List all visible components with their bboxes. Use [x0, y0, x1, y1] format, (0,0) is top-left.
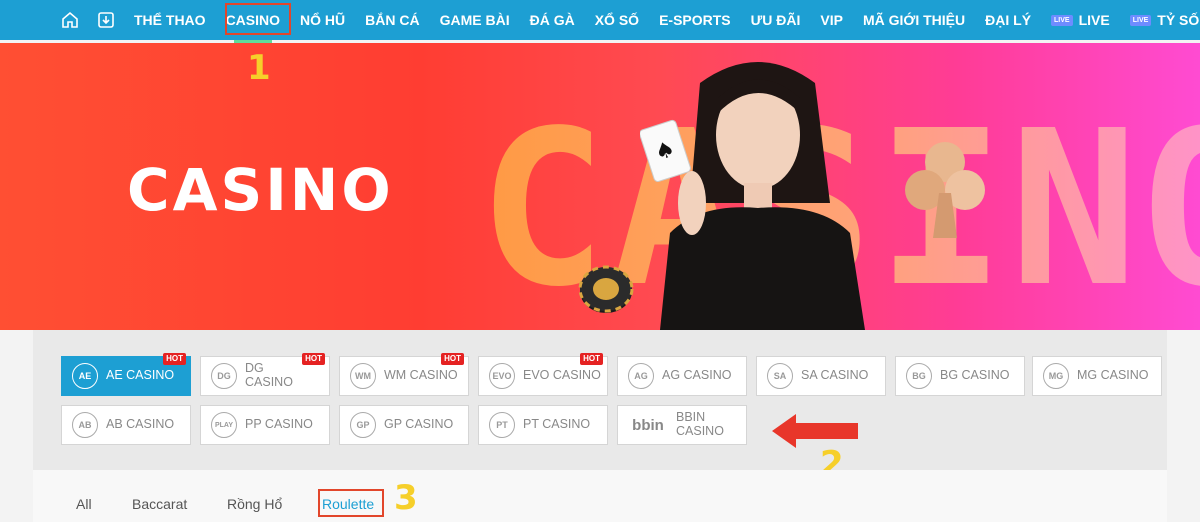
club-suit-icon	[905, 142, 985, 238]
provider-mg-casino[interactable]: MG MG CASINO	[1032, 356, 1162, 396]
nav-item-the-thao[interactable]: THỂ THAO	[124, 0, 216, 40]
top-nav: THỂ THAO CASINO NỔ HŨ BẮN CÁ GAME BÀI ĐÁ…	[0, 0, 1200, 43]
casino-banner: CASINO CASINO ♠	[0, 43, 1200, 330]
provider-label: WM CASINO	[384, 368, 458, 383]
mg-logo-icon: MG	[1043, 363, 1069, 389]
sa-logo-icon: SA	[767, 363, 793, 389]
ae-logo-icon: AE	[72, 363, 98, 389]
live-badge: LIVE	[1051, 14, 1073, 26]
nav-item-da-ga[interactable]: ĐÁ GÀ	[520, 0, 585, 40]
live-badge: LIVE	[1129, 14, 1152, 26]
filter-roulette[interactable]: Roulette	[322, 496, 374, 512]
wm-logo-icon: WM	[350, 363, 376, 389]
provider-label: AB CASINO	[106, 417, 175, 432]
provider-label: PP CASINO	[245, 417, 313, 432]
nav-item-ty-so[interactable]: LIVE TỶ SỐ	[1120, 0, 1200, 40]
ab-logo-icon: AB	[72, 412, 98, 438]
nav-item-casino[interactable]: CASINO	[216, 0, 290, 43]
pt-logo-icon: PT	[489, 412, 515, 438]
evo-logo-icon: EVO	[489, 363, 515, 389]
provider-label: BBIN CASINO	[676, 410, 724, 438]
provider-ag-casino[interactable]: AG AG CASINO	[617, 356, 747, 396]
provider-pt-casino[interactable]: PT PT CASINO	[478, 405, 608, 445]
nav-bar: THỂ THAO CASINO NỔ HŨ BẮN CÁ GAME BÀI ĐÁ…	[52, 0, 1200, 43]
provider-wm-casino[interactable]: WM WM CASINO HOT	[339, 353, 469, 396]
provider-label: PT CASINO	[523, 417, 591, 432]
provider-label: GP CASINO	[384, 417, 454, 432]
nav-item-game-bai[interactable]: GAME BÀI	[430, 0, 520, 40]
provider-evo-casino[interactable]: EVO EVO CASINO HOT	[478, 353, 608, 396]
provider-sa-casino[interactable]: SA SA CASINO	[756, 356, 886, 396]
red-arrow-icon	[772, 414, 858, 448]
casino-chip-icon	[578, 265, 634, 313]
step-1-label: 1	[247, 48, 271, 88]
bg-logo-icon: BG	[906, 363, 932, 389]
nav-item-live[interactable]: LIVE LIVE	[1041, 0, 1120, 40]
nav-item-dai-ly[interactable]: ĐẠI LÝ	[975, 0, 1041, 40]
hot-badge: HOT	[580, 353, 603, 365]
provider-bbin-casino[interactable]: bbin BBIN CASINO	[617, 405, 747, 445]
nav-item-ty-so-label: TỶ SỐ	[1157, 12, 1200, 28]
filter-baccarat[interactable]: Baccarat	[132, 496, 187, 512]
provider-ae-casino[interactable]: AE AE CASINO HOT	[61, 353, 191, 396]
provider-gp-casino[interactable]: GP GP CASINO	[339, 405, 469, 445]
provider-label: AG CASINO	[662, 368, 732, 383]
nav-item-ma-gioi-thieu[interactable]: MÃ GIỚI THIỆU	[853, 0, 975, 40]
home-icon[interactable]	[52, 0, 88, 40]
provider-dg-casino[interactable]: DG DG CASINO HOT	[200, 353, 330, 396]
filter-all[interactable]: All	[76, 496, 92, 512]
step-3-label: 3	[394, 478, 418, 518]
provider-ab-casino[interactable]: AB AB CASINO	[61, 405, 191, 445]
provider-label: MG CASINO	[1077, 368, 1149, 383]
banner-title: CASINO	[127, 156, 394, 224]
download-icon[interactable]	[88, 0, 124, 40]
dg-logo-icon: DG	[211, 363, 237, 389]
provider-label: DG CASINO	[245, 361, 293, 389]
nav-item-esports[interactable]: E-SPORTS	[649, 0, 741, 40]
nav-item-xo-so[interactable]: XỔ SỐ	[585, 0, 649, 40]
game-filter-bar: All Baccarat Rồng Hổ Roulette	[33, 470, 1167, 522]
dealer-woman-image: ♠	[640, 62, 865, 330]
hot-badge: HOT	[163, 353, 186, 365]
provider-bg-casino[interactable]: BG BG CASINO	[895, 356, 1025, 396]
ag-logo-icon: AG	[628, 363, 654, 389]
nav-item-vip[interactable]: VIP	[810, 0, 853, 40]
nav-item-uu-dai[interactable]: ƯU ĐÃI	[741, 0, 811, 40]
pp-logo-icon: PLAY	[211, 412, 237, 438]
provider-panel	[33, 330, 1167, 470]
provider-label: SA CASINO	[801, 368, 869, 383]
bbin-logo-icon: bbin	[632, 416, 664, 434]
provider-label: EVO CASINO	[523, 368, 601, 383]
nav-item-live-label: LIVE	[1078, 12, 1110, 28]
hot-badge: HOT	[302, 353, 325, 365]
nav-item-no-hu[interactable]: NỔ HŨ	[290, 0, 355, 40]
gp-logo-icon: GP	[350, 412, 376, 438]
filter-rong-ho[interactable]: Rồng Hổ	[227, 496, 282, 512]
provider-label: BG CASINO	[940, 368, 1010, 383]
nav-item-ban-ca[interactable]: BẮN CÁ	[355, 0, 429, 40]
hot-badge: HOT	[441, 353, 464, 365]
provider-label: AE CASINO	[106, 368, 175, 383]
provider-pp-casino[interactable]: PLAY PP CASINO	[200, 405, 330, 445]
